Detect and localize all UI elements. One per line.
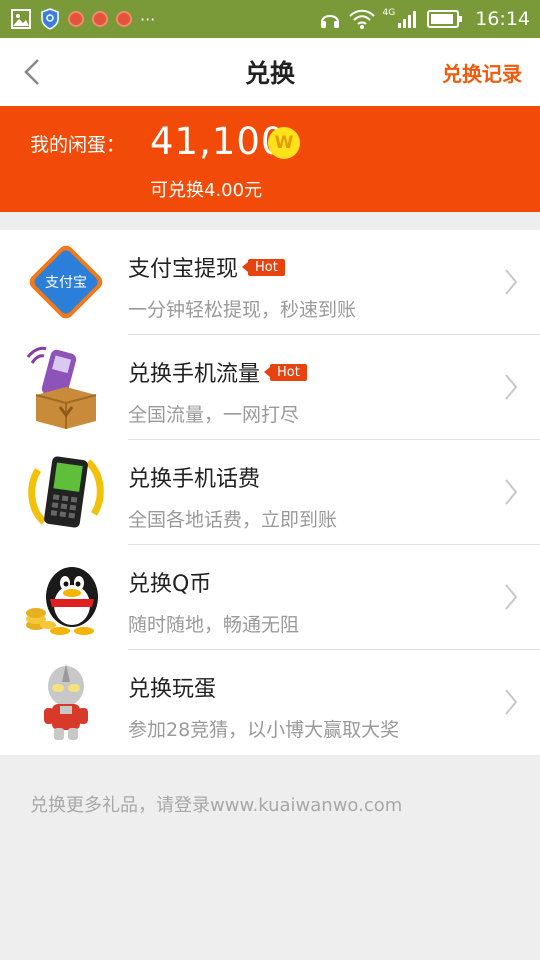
status-bar-right: 4G 16:14	[319, 8, 530, 30]
list-item-content: 兑换手机话费 全国各地话费，立即到账	[128, 440, 540, 545]
app-icon	[116, 11, 132, 27]
phone-data-icon	[26, 346, 97, 429]
item-title: 兑换Q币	[128, 572, 212, 597]
shield-icon	[41, 8, 59, 30]
battery-icon	[427, 10, 463, 28]
app-icon	[68, 11, 84, 27]
list-item-content: 兑换手机流量 Hot 全国流量，一网打尽	[128, 335, 540, 440]
hot-badge: Hot	[264, 363, 307, 381]
chevron-right-icon	[505, 584, 518, 610]
hot-badge: Hot	[242, 258, 285, 276]
qq-penguin-icon	[26, 567, 98, 635]
wifi-icon	[348, 9, 375, 29]
item-title: 兑换手机话费	[128, 467, 261, 492]
list-item-play-egg[interactable]: 兑换玩蛋 参加28竞猜，以小博大赢取大奖	[0, 650, 540, 755]
coin-icon: W	[268, 127, 300, 159]
item-description: 随时随地，畅通无阻	[128, 614, 300, 636]
nav-bar: 兑换 兑换记录	[0, 38, 540, 106]
item-title: 支付宝提现	[128, 257, 239, 282]
balance-banner: 我的闲蛋： 41,100 W 可兑换4.00元	[0, 106, 540, 212]
more-icon: ···	[140, 9, 156, 29]
section-gap	[0, 212, 540, 230]
page-title: 兑换	[244, 59, 295, 88]
alipay-icon: 支付宝	[29, 245, 103, 319]
headphones-icon	[320, 15, 339, 28]
chevron-right-icon	[505, 479, 518, 505]
clock: 16:14	[475, 8, 530, 30]
back-arrow-icon[interactable]	[18, 56, 48, 88]
status-bar-left: ···	[10, 8, 155, 30]
exchange-list: 支付宝 支付宝提现 Hot 一分钟轻松提现，秒速到账 兑换手机流量 Hot 全国…	[0, 230, 540, 755]
chevron-right-icon	[505, 374, 518, 400]
list-item-alipay[interactable]: 支付宝 支付宝提现 Hot 一分钟轻松提现，秒速到账	[0, 230, 540, 335]
item-title: 兑换玩蛋	[128, 677, 217, 702]
footer-note: 兑换更多礼品，请登录www.kuaiwanwo.com	[30, 795, 403, 816]
item-title: 兑换手机流量	[128, 362, 261, 387]
network-type: 4G	[382, 8, 396, 18]
status-bar: ··· 4G 16:14	[0, 0, 540, 38]
exchangeable-amount: 可兑换4.00元	[150, 180, 263, 201]
list-item-content: 支付宝提现 Hot 一分钟轻松提现，秒速到账	[128, 230, 540, 335]
list-item-content: 兑换Q币 随时随地，畅通无阻	[128, 545, 540, 650]
list-item-mobile-data[interactable]: 兑换手机流量 Hot 全国流量，一网打尽	[0, 335, 540, 440]
signal-icon	[398, 11, 417, 28]
list-item-q-coin[interactable]: 兑换Q币 随时随地，畅通无阻	[0, 545, 540, 650]
balance-value: 41,100	[150, 120, 286, 163]
list-item-content: 兑换玩蛋 参加28竞猜，以小博大赢取大奖	[128, 650, 540, 755]
item-description: 全国各地话费，立即到账	[128, 509, 338, 531]
exchange-history-link[interactable]: 兑换记录	[442, 58, 522, 87]
item-description: 一分钟轻松提现，秒速到账	[128, 299, 357, 321]
svg-text:支付宝: 支付宝	[45, 275, 87, 291]
chevron-right-icon	[505, 689, 518, 715]
app-icon	[92, 11, 108, 27]
item-description: 参加28竞猜，以小博大赢取大奖	[128, 719, 400, 741]
item-description: 全国流量，一网打尽	[128, 404, 300, 426]
phone-credit-icon	[28, 456, 104, 528]
list-item-phone-credit[interactable]: 兑换手机话费 全国各地话费，立即到账	[0, 440, 540, 545]
ultraman-icon	[44, 664, 88, 740]
balance-label: 我的闲蛋：	[30, 134, 126, 156]
chevron-right-icon	[505, 269, 518, 295]
gallery-icon	[11, 9, 31, 29]
